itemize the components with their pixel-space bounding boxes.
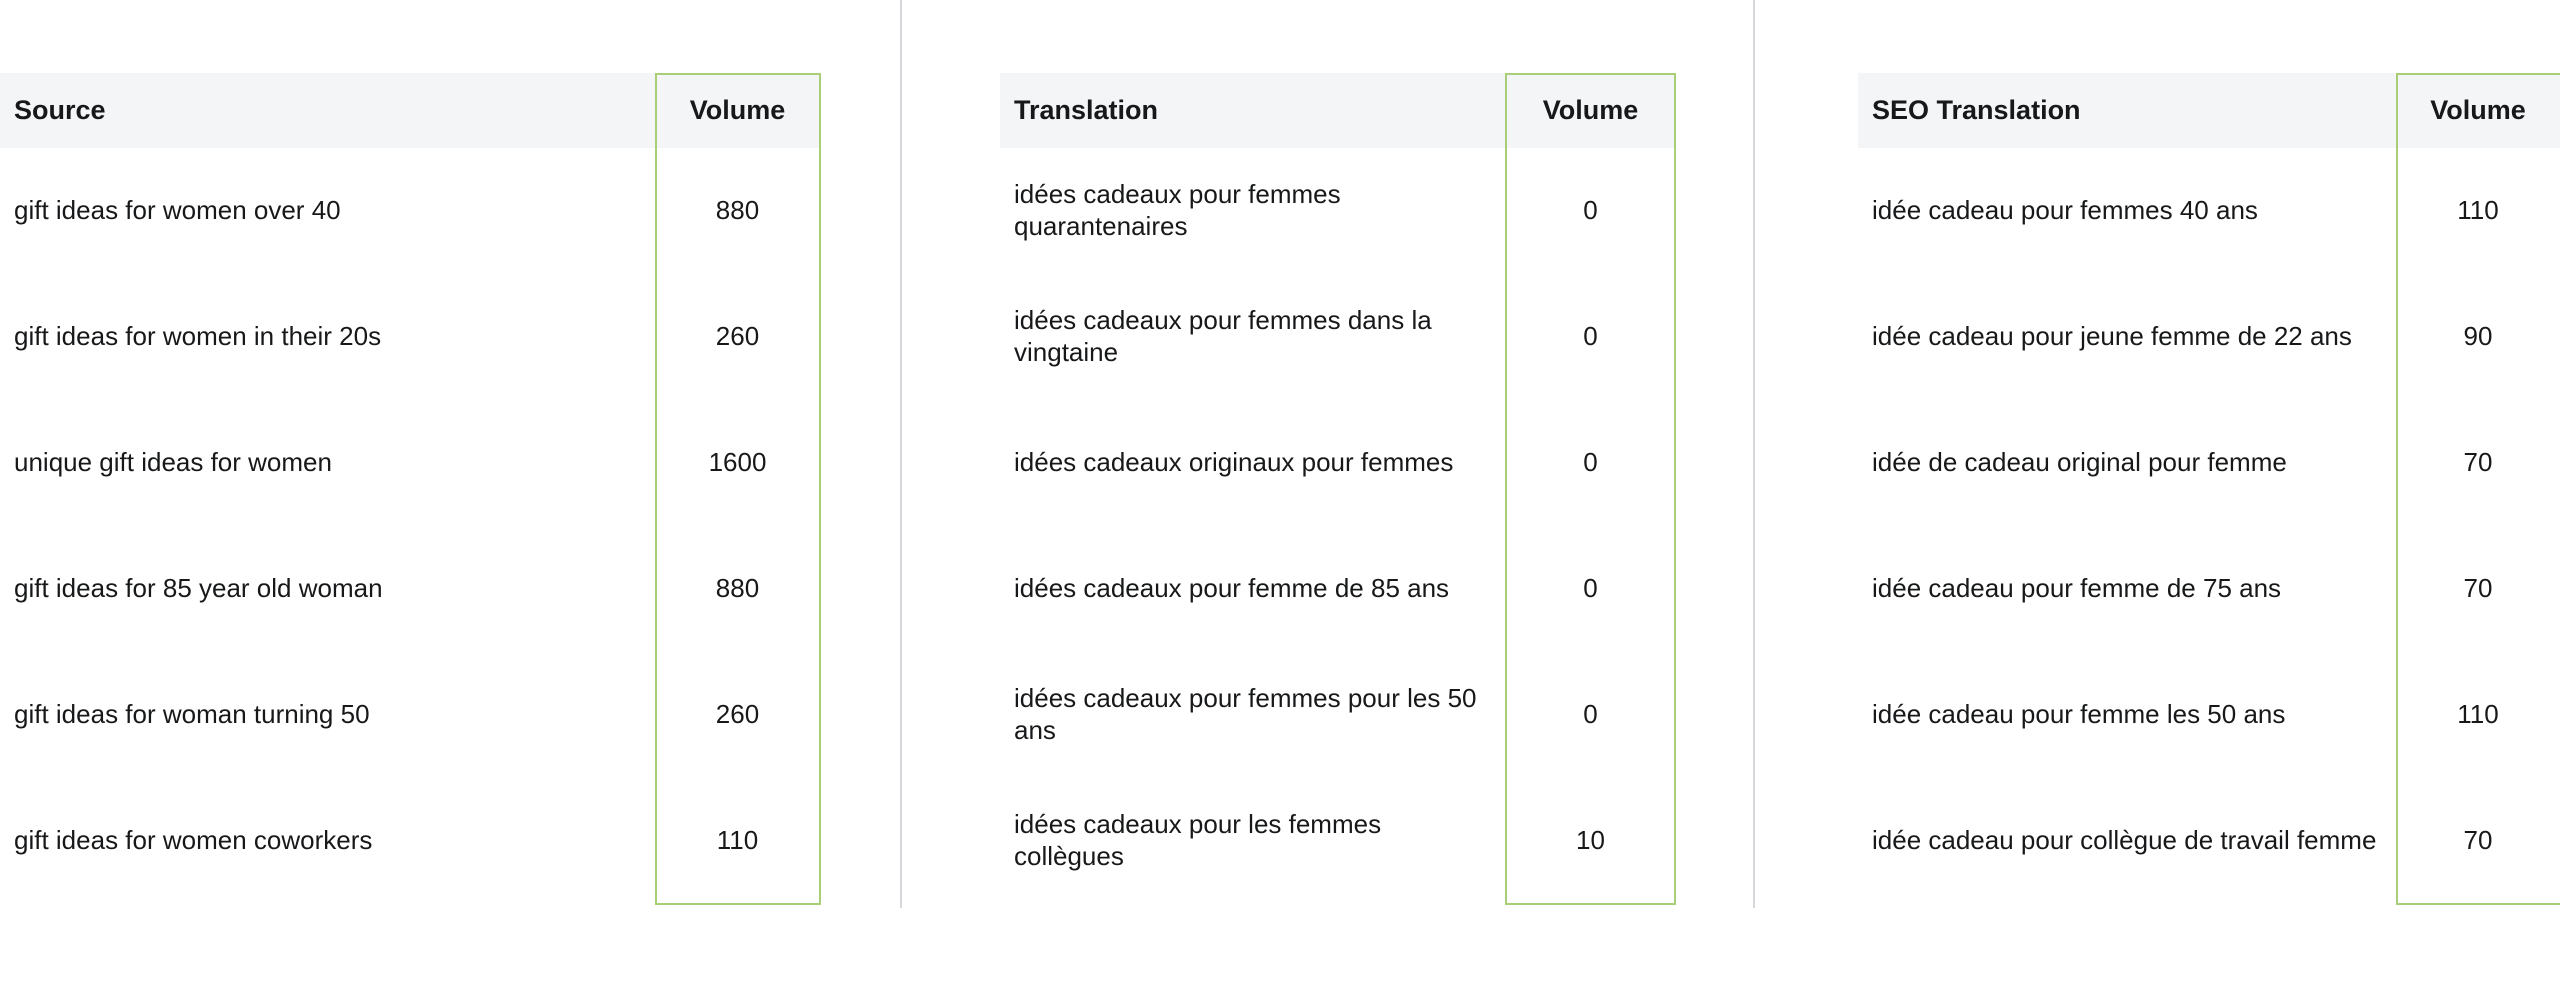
source-table: Source Volume gift ideas for women over … bbox=[0, 73, 820, 904]
seo-translation-volume: 70 bbox=[2463, 825, 2493, 856]
table-row[interactable]: unique gift ideas for women 1600 bbox=[0, 400, 820, 526]
table-header-row: SEO Translation Volume bbox=[1858, 73, 2560, 148]
seo-translation-term: idée de cadeau original pour femme bbox=[1872, 447, 2287, 478]
source-volume: 880 bbox=[715, 573, 760, 604]
source-term: gift ideas for woman turning 50 bbox=[14, 699, 370, 730]
seo-translation-table: SEO Translation Volume idée cadeau pour … bbox=[1858, 73, 2560, 904]
translation-term: idées cadeaux pour femmes pour les 50 an… bbox=[1014, 683, 1477, 745]
translation-volume: 0 bbox=[1583, 195, 1598, 226]
seo-translation-volume: 90 bbox=[2463, 321, 2493, 352]
table-row[interactable]: idées cadeaux pour femme de 85 ans 0 bbox=[1000, 526, 1676, 652]
table-row[interactable]: idée de cadeau original pour femme 70 bbox=[1858, 400, 2560, 526]
translation-volume: 0 bbox=[1583, 321, 1598, 352]
keyword-comparison-screen: Source Volume gift ideas for women over … bbox=[0, 0, 2560, 984]
translation-panel: Translation Volume idées cadeaux pour fe… bbox=[1000, 73, 1676, 904]
panel-divider-2 bbox=[1753, 0, 1755, 908]
seo-translation-term: idée cadeau pour femme de 75 ans bbox=[1872, 573, 2282, 604]
source-term: gift ideas for 85 year old woman bbox=[14, 573, 383, 604]
table-row[interactable]: idées cadeaux pour les femmes collègues … bbox=[1000, 778, 1676, 904]
table-row[interactable]: idée cadeau pour femme les 50 ans 110 bbox=[1858, 652, 2560, 778]
column-header-seo-translation-volume[interactable]: Volume bbox=[2396, 73, 2560, 148]
panel-divider-1 bbox=[900, 0, 902, 908]
table-row[interactable]: gift ideas for women coworkers 110 bbox=[0, 778, 820, 904]
translation-term: idées cadeaux originaux pour femmes bbox=[1014, 447, 1454, 478]
seo-translation-term: idée cadeau pour collègue de travail fem… bbox=[1872, 825, 2377, 856]
translation-table: Translation Volume idées cadeaux pour fe… bbox=[1000, 73, 1676, 904]
seo-translation-term: idée cadeau pour femmes 40 ans bbox=[1872, 195, 2258, 226]
translation-volume: 10 bbox=[1576, 825, 1605, 856]
table-row[interactable]: idées cadeaux pour femmes quarantenaires… bbox=[1000, 148, 1676, 274]
source-panel: Source Volume gift ideas for women over … bbox=[0, 73, 820, 904]
source-volume: 110 bbox=[716, 825, 759, 856]
source-volume: 260 bbox=[715, 321, 760, 352]
table-row[interactable]: idées cadeaux pour femmes pour les 50 an… bbox=[1000, 652, 1676, 778]
translation-volume: 0 bbox=[1583, 447, 1598, 478]
source-volume: 1600 bbox=[708, 447, 767, 478]
table-header-row: Translation Volume bbox=[1000, 73, 1676, 148]
seo-translation-volume: 110 bbox=[2457, 699, 2499, 730]
source-term: gift ideas for women in their 20s bbox=[14, 321, 382, 352]
table-header-row: Source Volume bbox=[0, 73, 820, 148]
seo-translation-term: idée cadeau pour jeune femme de 22 ans bbox=[1872, 321, 2352, 352]
column-header-source-volume[interactable]: Volume bbox=[655, 73, 820, 148]
table-row[interactable]: idée cadeau pour jeune femme de 22 ans 9… bbox=[1858, 274, 2560, 400]
table-row[interactable]: idée cadeau pour femmes 40 ans 110 bbox=[1858, 148, 2560, 274]
seo-translation-panel: SEO Translation Volume idée cadeau pour … bbox=[1858, 73, 2560, 904]
table-row[interactable]: idée cadeau pour femme de 75 ans 70 bbox=[1858, 526, 2560, 652]
table-row[interactable]: idées cadeaux pour femmes dans la vingta… bbox=[1000, 274, 1676, 400]
column-header-seo-translation[interactable]: SEO Translation bbox=[1858, 73, 2396, 148]
translation-term: idées cadeaux pour femme de 85 ans bbox=[1014, 573, 1450, 604]
source-term: unique gift ideas for women bbox=[14, 447, 332, 478]
translation-term: idées cadeaux pour les femmes collègues bbox=[1014, 809, 1382, 871]
column-header-translation-volume[interactable]: Volume bbox=[1505, 73, 1676, 148]
seo-translation-volume: 70 bbox=[2463, 573, 2493, 604]
source-term: gift ideas for women coworkers bbox=[14, 825, 373, 856]
seo-translation-volume: 70 bbox=[2463, 447, 2493, 478]
table-row[interactable]: idées cadeaux originaux pour femmes 0 bbox=[1000, 400, 1676, 526]
source-volume: 260 bbox=[715, 699, 760, 730]
translation-term: idées cadeaux pour femmes dans la vingta… bbox=[1014, 305, 1432, 367]
table-row[interactable]: gift ideas for 85 year old woman 880 bbox=[0, 526, 820, 652]
source-volume: 880 bbox=[715, 195, 760, 226]
column-header-source[interactable]: Source bbox=[0, 73, 655, 148]
translation-term: idées cadeaux pour femmes quarantenaires bbox=[1014, 179, 1341, 241]
table-row[interactable]: gift ideas for women over 40 880 bbox=[0, 148, 820, 274]
translation-volume: 0 bbox=[1583, 699, 1598, 730]
source-term: gift ideas for women over 40 bbox=[14, 195, 341, 226]
table-row[interactable]: idée cadeau pour collègue de travail fem… bbox=[1858, 778, 2560, 904]
seo-translation-term: idée cadeau pour femme les 50 ans bbox=[1872, 699, 2286, 730]
table-row[interactable]: gift ideas for woman turning 50 260 bbox=[0, 652, 820, 778]
translation-volume: 0 bbox=[1583, 573, 1598, 604]
table-row[interactable]: gift ideas for women in their 20s 260 bbox=[0, 274, 820, 400]
seo-translation-volume: 110 bbox=[2457, 195, 2499, 226]
column-header-translation[interactable]: Translation bbox=[1000, 73, 1505, 148]
